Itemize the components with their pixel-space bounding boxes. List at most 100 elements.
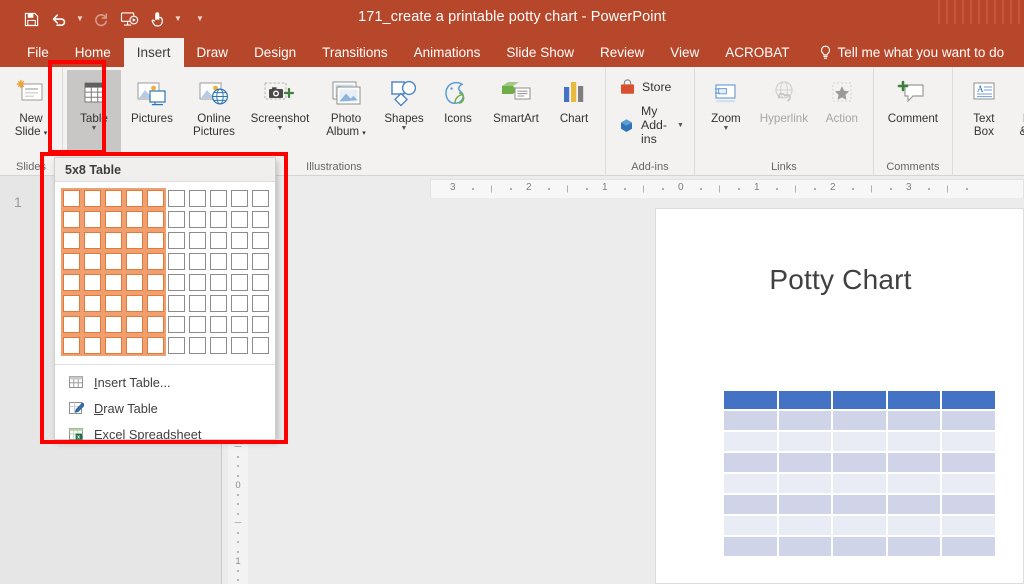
grid-cell[interactable]: [166, 293, 187, 314]
grid-cell[interactable]: [250, 188, 271, 209]
grid-cell[interactable]: [61, 335, 82, 356]
grid-cell[interactable]: [103, 293, 124, 314]
table-cell[interactable]: [724, 453, 779, 474]
table-cell[interactable]: [724, 537, 779, 558]
grid-cell[interactable]: [250, 335, 271, 356]
table-row[interactable]: [724, 474, 997, 495]
grid-cell[interactable]: [229, 314, 250, 335]
table-cell[interactable]: [833, 432, 888, 453]
table-cell[interactable]: [887, 474, 943, 495]
smartart-button[interactable]: SmartArt: [485, 70, 547, 152]
table-cell[interactable]: [724, 516, 779, 537]
grid-cell[interactable]: [124, 293, 145, 314]
zoom-button[interactable]: Zoom ▼: [699, 70, 753, 152]
grid-cell[interactable]: [103, 251, 124, 272]
grid-cell[interactable]: [229, 272, 250, 293]
grid-cell[interactable]: [166, 209, 187, 230]
grid-cell[interactable]: [82, 209, 103, 230]
my-add-ins-button[interactable]: My Add-ins ▼: [618, 104, 684, 146]
grid-cell[interactable]: [61, 230, 82, 251]
grid-cell[interactable]: [208, 230, 229, 251]
table-cell[interactable]: [887, 411, 943, 432]
slide-title-text[interactable]: Potty Chart: [656, 264, 1023, 296]
table-cell[interactable]: [942, 516, 997, 537]
grid-cell[interactable]: [208, 209, 229, 230]
grid-cell[interactable]: [208, 272, 229, 293]
table-header-cell[interactable]: [942, 391, 997, 411]
grid-cell[interactable]: [187, 293, 208, 314]
grid-cell[interactable]: [187, 209, 208, 230]
grid-cell[interactable]: [166, 272, 187, 293]
grid-cell[interactable]: [229, 335, 250, 356]
table-row[interactable]: [724, 432, 997, 453]
grid-cell[interactable]: [82, 251, 103, 272]
grid-cell[interactable]: [187, 314, 208, 335]
shapes-caret-icon[interactable]: ▼: [401, 125, 408, 133]
table-cell[interactable]: [833, 537, 888, 558]
table-cell[interactable]: [942, 453, 997, 474]
grid-cell[interactable]: [229, 251, 250, 272]
grid-cell[interactable]: [124, 230, 145, 251]
tab-acrobat[interactable]: ACROBAT: [712, 38, 802, 67]
grid-cell[interactable]: [61, 272, 82, 293]
grid-cell[interactable]: [229, 188, 250, 209]
table-header-cell[interactable]: [887, 391, 943, 411]
grid-cell[interactable]: [145, 272, 166, 293]
tell-me-search[interactable]: Tell me what you want to do: [803, 38, 1004, 67]
table-cell[interactable]: [942, 411, 997, 432]
table-cell[interactable]: [724, 495, 779, 516]
table-row[interactable]: [724, 391, 997, 411]
grid-cell[interactable]: [124, 209, 145, 230]
grid-cell[interactable]: [82, 188, 103, 209]
grid-cell[interactable]: [124, 188, 145, 209]
grid-cell[interactable]: [250, 230, 271, 251]
table-row[interactable]: [724, 453, 997, 474]
online-pictures-button[interactable]: Online Pictures: [183, 70, 245, 152]
table-row[interactable]: [724, 411, 997, 432]
grid-cell[interactable]: [208, 251, 229, 272]
table-size-grid[interactable]: [55, 182, 275, 362]
grid-cell[interactable]: [145, 209, 166, 230]
insert-table-menu-item[interactable]: Insert Table...: [55, 369, 275, 395]
table-header-cell[interactable]: [778, 391, 834, 411]
inserted-table[interactable]: [724, 391, 997, 558]
excel-spreadsheet-menu-item[interactable]: x Excel Spreadsheet: [55, 421, 275, 447]
grid-cell[interactable]: [229, 293, 250, 314]
grid-cell[interactable]: [208, 293, 229, 314]
grid-cell[interactable]: [103, 335, 124, 356]
comment-button[interactable]: Comment: [878, 70, 948, 152]
grid-cell[interactable]: [82, 314, 103, 335]
table-cell[interactable]: [778, 516, 834, 537]
table-button[interactable]: Table ▼: [67, 70, 121, 152]
grid-cell[interactable]: [187, 251, 208, 272]
tab-review[interactable]: Review: [587, 38, 657, 67]
table-cell[interactable]: [724, 411, 779, 432]
grid-cell[interactable]: [61, 314, 82, 335]
grid-cell[interactable]: [250, 251, 271, 272]
screenshot-button[interactable]: Screenshot ▼: [245, 70, 315, 152]
grid-cell[interactable]: [82, 230, 103, 251]
draw-table-menu-item[interactable]: Draw Table: [55, 395, 275, 421]
grid-cell[interactable]: [166, 335, 187, 356]
table-cell[interactable]: [778, 453, 834, 474]
tab-animations[interactable]: Animations: [401, 38, 494, 67]
grid-cell[interactable]: [61, 251, 82, 272]
grid-cell[interactable]: [250, 272, 271, 293]
grid-cell[interactable]: [103, 209, 124, 230]
table-cell[interactable]: [942, 432, 997, 453]
table-gallery-dropdown[interactable]: 5x8 Table Insert Table... Draw Table x E: [54, 157, 276, 442]
grid-cell[interactable]: [103, 314, 124, 335]
tab-view[interactable]: View: [657, 38, 712, 67]
table-cell[interactable]: [833, 516, 888, 537]
table-cell[interactable]: [833, 411, 888, 432]
tab-draw[interactable]: Draw: [184, 38, 242, 67]
tab-insert[interactable]: Insert: [123, 38, 184, 67]
tab-transitions[interactable]: Transitions: [309, 38, 401, 67]
grid-cell[interactable]: [166, 251, 187, 272]
grid-cell[interactable]: [145, 251, 166, 272]
grid-cell[interactable]: [208, 314, 229, 335]
chart-button[interactable]: Chart: [547, 70, 601, 152]
grid-cell[interactable]: [82, 272, 103, 293]
photo-album-button[interactable]: Photo Album ▾: [315, 70, 377, 152]
grid-cell[interactable]: [166, 188, 187, 209]
